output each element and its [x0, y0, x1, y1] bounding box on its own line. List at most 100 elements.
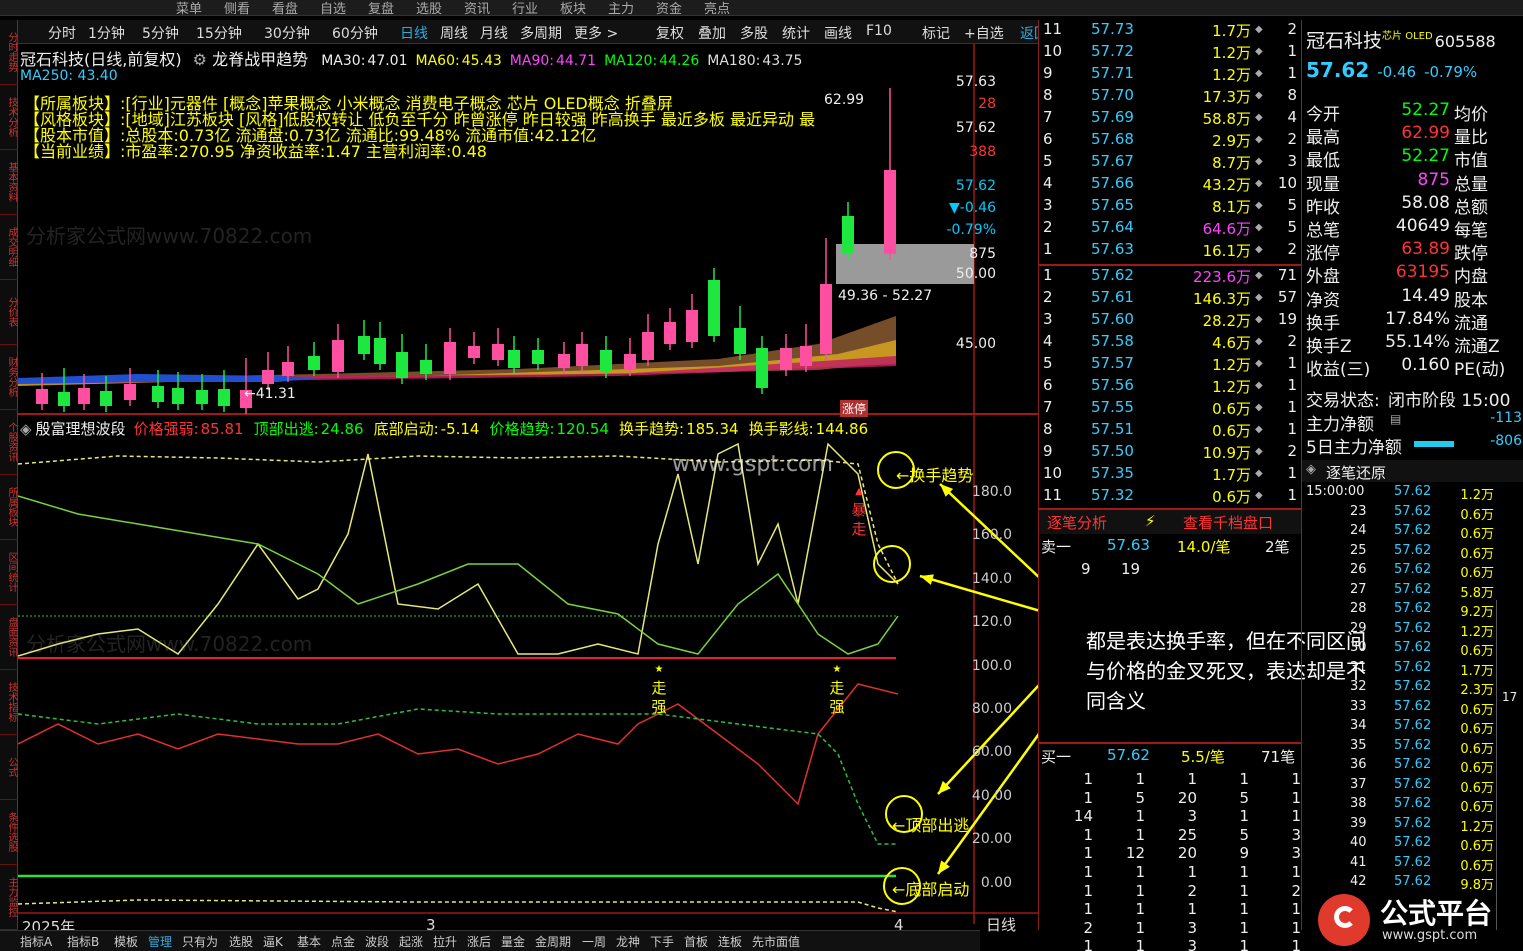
order-row[interactable]: 4 57.66 43.2万 ◆ 10 — [1039, 174, 1301, 196]
bottom-tab-2[interactable]: 模板 — [114, 933, 138, 950]
bottom-tab-6[interactable]: 逼K — [263, 933, 283, 950]
order-row[interactable]: 7 57.69 58.8万 ◆ 4 — [1039, 108, 1301, 130]
order-row[interactable]: 1 57.63 16.1万 ◆ 2 — [1039, 240, 1301, 262]
dot-icon: ◆ — [1255, 156, 1263, 167]
left-tab[interactable]: 基本资料 — [0, 150, 18, 215]
timeframe-6[interactable]: 日线 — [400, 23, 428, 43]
bottom-tab-14[interactable]: 金周期 — [535, 933, 571, 950]
bottom-tab-15[interactable]: 一周 — [582, 933, 606, 950]
top-menu-item[interactable]: 资讯 — [464, 0, 490, 15]
order-row[interactable]: 7 57.55 0.6万 ◆ 1 — [1039, 398, 1301, 420]
top-menu-item[interactable]: 看盘 — [272, 0, 298, 15]
left-tab[interactable]: 所属板块 — [0, 475, 18, 540]
left-tab[interactable]: 个股资讯 — [0, 410, 18, 475]
timeframe-5[interactable]: 60分钟 — [332, 23, 378, 43]
left-tab[interactable]: 区间统计 — [0, 540, 18, 605]
bottom-tab-3[interactable]: 管理 — [148, 933, 172, 950]
top-menu-item[interactable]: 资金 — [656, 0, 682, 15]
tick-row: 38 57.62 0.6万 — [1302, 796, 1523, 816]
sell1-row: 卖一 57.63 14.0/笔 2笔 — [1039, 536, 1301, 558]
timeframe-9[interactable]: 多周期 — [520, 23, 562, 43]
order-row[interactable]: 3 57.60 28.2万 ◆ 19 — [1039, 310, 1301, 332]
order-row[interactable]: 9 57.71 1.2万 ◆ 1 — [1039, 64, 1301, 86]
order-row[interactable]: 5 57.67 8.7万 ◆ 3 — [1039, 152, 1301, 174]
order-row[interactable]: 5 57.57 1.2万 ◆ 1 — [1039, 354, 1301, 376]
order-row[interactable]: 4 57.58 4.6万 ◆ 2 — [1039, 332, 1301, 354]
order-row[interactable]: 2 57.61 146.3万 ◆ 57 — [1039, 288, 1301, 310]
order-row[interactable]: 3 57.65 8.1万 ◆ 5 — [1039, 196, 1301, 218]
collapse-icon[interactable]: ◈ — [20, 420, 32, 438]
timeframe-3[interactable]: 15分钟 — [196, 23, 242, 43]
bottom-tab-4[interactable]: 只有为 — [182, 933, 218, 950]
bottom-tab-0[interactable]: 指标A — [20, 933, 52, 950]
timeframe-1[interactable]: 1分钟 — [88, 23, 125, 43]
left-tab[interactable]: 分时走势 — [0, 20, 18, 85]
bottom-tab-12[interactable]: 涨后 — [467, 933, 491, 950]
order-row[interactable]: 11 57.73 1.7万 ◆ 2 — [1039, 20, 1301, 42]
order-row[interactable]: 8 57.70 17.3万 ◆ 8 — [1039, 86, 1301, 108]
dot-icon: ◆ — [1255, 178, 1263, 189]
left-tab[interactable]: 财务分析 — [0, 345, 18, 410]
bottom-tab-18[interactable]: 首板 — [684, 933, 708, 950]
left-tab[interactable]: 分价表 — [0, 280, 18, 345]
timeframe-0[interactable]: 分时 — [48, 23, 76, 43]
tool-button-5[interactable]: F10 — [866, 23, 892, 39]
bottom-tab-19[interactable]: 连板 — [718, 933, 742, 950]
tool-button-1[interactable]: 叠加 — [698, 23, 726, 43]
tool-button-3[interactable]: 统计 — [782, 23, 810, 43]
top-menu-item[interactable]: 板块 — [560, 0, 586, 15]
collapse-icon[interactable]: ◈ — [1306, 462, 1316, 477]
timeframe-2[interactable]: 5分钟 — [142, 23, 179, 43]
tool-button-6[interactable]: 标记 — [922, 23, 950, 43]
order-price: 57.66 — [1091, 174, 1134, 192]
bottom-tab-16[interactable]: 龙神 — [616, 933, 640, 950]
order-row[interactable]: 9 57.50 10.9万 ◆ 2 — [1039, 442, 1301, 464]
top-menu-item[interactable]: 菜单 — [176, 0, 202, 15]
bottom-tab-17[interactable]: 下手 — [650, 933, 674, 950]
left-tab[interactable]: 技术分析 — [0, 85, 18, 150]
bottom-tab-5[interactable]: 选股 — [229, 933, 253, 950]
order-row[interactable]: 8 57.51 0.6万 ◆ 1 — [1039, 420, 1301, 442]
left-tab[interactable]: 技术指标 — [0, 670, 18, 735]
top-menu-item[interactable]: 主力 — [608, 0, 634, 15]
bottom-tab-10[interactable]: 起涨 — [399, 933, 423, 950]
tab-tick-analysis[interactable]: 逐笔分析 — [1047, 512, 1107, 533]
order-row[interactable]: 11 57.32 0.6万 ◆ 1 — [1039, 486, 1301, 508]
left-tab[interactable]: 成交明细 — [0, 215, 18, 280]
order-row[interactable]: 2 57.64 64.6万 ◆ 5 — [1039, 218, 1301, 240]
tool-button-8[interactable]: 返回 — [1020, 23, 1038, 43]
timeframe-8[interactable]: 月线 — [480, 23, 508, 43]
left-tab[interactable]: 条件选股 — [0, 800, 18, 865]
order-row[interactable]: 6 57.68 2.9万 ◆ 2 — [1039, 130, 1301, 152]
order-row[interactable]: 6 57.56 1.2万 ◆ 1 — [1039, 376, 1301, 398]
bottom-tab-20[interactable]: 先市面值 — [752, 933, 800, 950]
bottom-tab-13[interactable]: 量金 — [501, 933, 525, 950]
order-row[interactable]: 10 57.35 1.7万 ◆ 1 — [1039, 464, 1301, 486]
order-row[interactable]: 10 57.72 1.2万 ◆ 1 — [1039, 42, 1301, 64]
top-menu-item[interactable]: 侧看 — [224, 0, 250, 15]
left-tab[interactable]: 盘面资讯 — [0, 605, 18, 670]
tool-button-4[interactable]: 画线 — [824, 23, 852, 43]
order-row[interactable]: 1 57.62 223.6万 ◆ 71 — [1039, 266, 1301, 288]
bottom-tab-9[interactable]: 波段 — [365, 933, 389, 950]
bottom-tab-1[interactable]: 指标B — [67, 933, 99, 950]
tool-button-0[interactable]: 复权 — [656, 23, 684, 43]
top-menu-item[interactable]: 选股 — [416, 0, 442, 15]
tool-button-7[interactable]: +自选 — [964, 23, 1004, 43]
timeframe-10[interactable]: 更多 > — [574, 23, 618, 43]
gear-icon[interactable]: ⚙ — [193, 50, 207, 69]
top-menu-item[interactable]: 亮点 — [704, 0, 730, 15]
top-menu-item[interactable]: 复盘 — [368, 0, 394, 15]
left-tab[interactable]: 公式 — [0, 735, 18, 800]
timeframe-4[interactable]: 30分钟 — [264, 23, 310, 43]
tool-button-2[interactable]: 多股 — [740, 23, 768, 43]
bottom-tab-8[interactable]: 点金 — [331, 933, 355, 950]
left-tab[interactable]: 主力监控 — [0, 865, 18, 930]
bottom-tab-7[interactable]: 基本 — [297, 933, 321, 950]
top-menu-item[interactable]: 行业 — [512, 0, 538, 15]
tab-depth[interactable]: 查看千档盘口 — [1183, 512, 1273, 533]
top-menu-item[interactable]: 自选 — [320, 0, 346, 15]
menu-icon[interactable]: ▤ — [1390, 412, 1401, 426]
timeframe-7[interactable]: 周线 — [440, 23, 468, 43]
bottom-tab-11[interactable]: 拉升 — [433, 933, 457, 950]
